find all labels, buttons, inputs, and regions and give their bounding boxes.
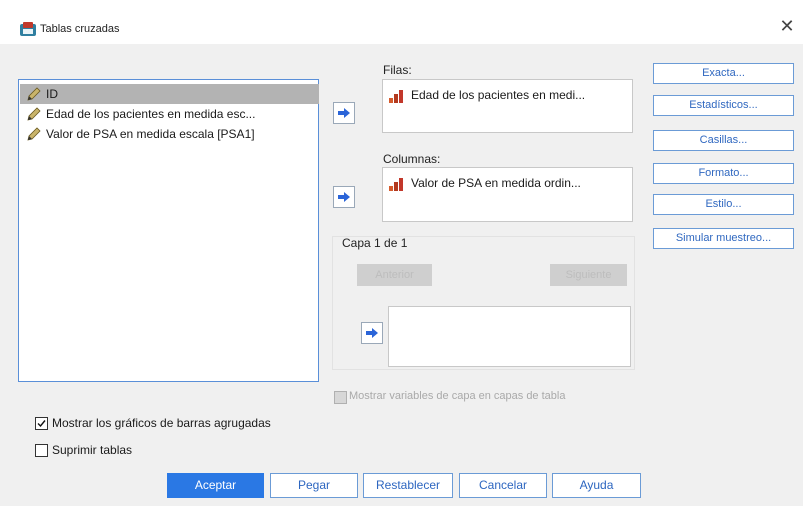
cells-button[interactable]: Casillas... [653, 130, 794, 151]
list-item-psa[interactable]: Valor de PSA en medida escala [PSA1] [20, 124, 255, 144]
cancel-button[interactable]: Cancelar [459, 473, 547, 498]
pencil-icon [27, 87, 41, 101]
rows-label: Filas: [383, 63, 412, 77]
next-layer-button[interactable]: Siguiente [550, 264, 627, 286]
variable-list[interactable]: ID Edad de los pacientes en medida esc..… [18, 79, 319, 382]
show-layer-vars-label: Mostrar variables de capa en capas de ta… [349, 390, 566, 402]
suppress-tables-checkbox[interactable] [35, 444, 48, 457]
move-to-rows-button[interactable] [333, 102, 355, 124]
clustered-bar-charts-checkbox[interactable] [35, 417, 48, 430]
list-item-age[interactable]: Edad de los pacientes en medida esc... [20, 104, 255, 124]
checkmark-icon [37, 420, 46, 428]
arrow-right-icon [338, 108, 350, 118]
columns-item[interactable]: Valor de PSA en medida ordin... [387, 176, 581, 191]
app-icon [20, 22, 36, 36]
move-to-layer-button[interactable] [361, 322, 383, 344]
rows-item[interactable]: Edad de los pacientes en medi... [387, 88, 586, 103]
paste-button[interactable]: Pegar [270, 473, 358, 498]
title-bar: Tablas cruzadas ✕ [0, 0, 803, 44]
suppress-tables-label: Suprimir tablas [52, 443, 133, 457]
window-title: Tablas cruzadas [40, 23, 120, 35]
columns-item-label: Valor de PSA en medida ordin... [411, 176, 581, 190]
help-button[interactable]: Ayuda [552, 473, 641, 498]
layer-list[interactable] [388, 306, 631, 367]
bootstrap-button[interactable]: Simular muestreo... [653, 228, 794, 249]
layer-label: Capa 1 de 1 [342, 236, 408, 250]
clustered-bar-charts-label: Mostrar los gráficos de barras agrugadas [52, 416, 271, 430]
move-to-columns-button[interactable] [333, 186, 355, 208]
pencil-icon [27, 127, 41, 141]
arrow-right-icon [338, 192, 350, 202]
arrow-right-icon [366, 328, 378, 338]
list-item-label: ID [46, 87, 58, 101]
rows-list[interactable]: Edad de los pacientes en medi... [382, 79, 633, 133]
reset-button[interactable]: Restablecer [363, 473, 453, 498]
list-item-label: Valor de PSA en medida escala [PSA1] [46, 127, 255, 141]
close-icon[interactable]: ✕ [778, 17, 796, 35]
list-item-id[interactable]: ID [20, 84, 319, 104]
crosstabs-dialog: Tablas cruzadas ✕ ID Edad de los pacient… [0, 0, 803, 506]
format-button[interactable]: Formato... [653, 163, 794, 184]
statistics-button[interactable]: Estadísticos... [653, 95, 794, 116]
exact-button[interactable]: Exacta... [653, 63, 794, 84]
previous-layer-button[interactable]: Anterior [357, 264, 432, 286]
show-layer-vars-checkbox[interactable] [334, 391, 347, 404]
ok-button[interactable]: Aceptar [167, 473, 264, 498]
columns-list[interactable]: Valor de PSA en medida ordin... [382, 167, 633, 222]
style-button[interactable]: Estilo... [653, 194, 794, 215]
rows-item-label: Edad de los pacientes en medi... [411, 88, 586, 102]
list-item-label: Edad de los pacientes en medida esc... [46, 107, 256, 121]
columns-label: Columnas: [383, 152, 441, 166]
ordinal-bars-icon [389, 178, 403, 191]
ordinal-bars-icon [389, 90, 403, 103]
pencil-icon [27, 107, 41, 121]
